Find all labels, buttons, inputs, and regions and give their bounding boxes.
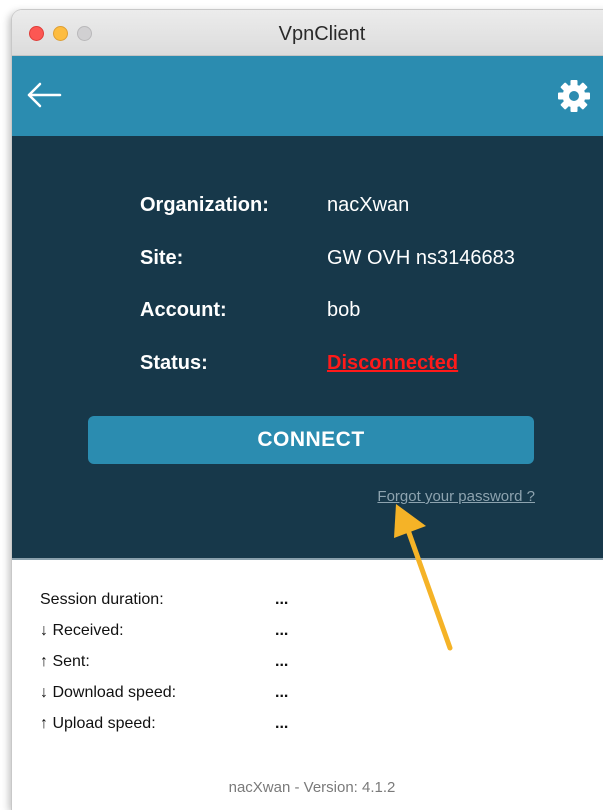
status-badge: Disconnected (327, 352, 459, 374)
account-label: Account: (140, 299, 227, 321)
version-footer: nacXwan - Version: 4.1.2 (228, 779, 396, 796)
stat-value: ... (275, 684, 289, 701)
organization-label: Organization: (140, 194, 269, 216)
left-arrow-icon[interactable] (26, 80, 62, 110)
account-value: bob (327, 299, 361, 321)
stat-value: ... (275, 715, 289, 732)
app-toolbar (12, 56, 603, 136)
connect-button[interactable]: CONNECT (88, 416, 534, 464)
site-label: Site: (140, 247, 184, 269)
window-title: VpnClient (278, 23, 366, 45)
stat-label: Session duration: (40, 591, 164, 608)
vpn-client-window: VpnClient Organization: nacXwan Site: GW… (12, 10, 603, 810)
stat-value: ... (275, 653, 289, 670)
stat-label: ↑ Sent: (40, 653, 90, 670)
connection-panel: Organization: nacXwan Site: GW OVH ns314… (12, 136, 603, 560)
status-label: Status: (140, 352, 208, 374)
stat-value: ... (275, 591, 289, 608)
forgot-password-link[interactable]: Forgot your password ? (377, 488, 535, 505)
site-value: GW OVH ns3146683 (327, 247, 515, 269)
stat-label: ↑ Upload speed: (40, 715, 156, 732)
organization-value: nacXwan (327, 194, 410, 216)
stat-label: ↓ Download speed: (40, 684, 177, 701)
stat-label: ↓ Received: (40, 622, 124, 639)
stat-value: ... (275, 622, 289, 639)
title-bar[interactable]: VpnClient (12, 10, 603, 56)
gear-icon[interactable] (557, 79, 591, 113)
